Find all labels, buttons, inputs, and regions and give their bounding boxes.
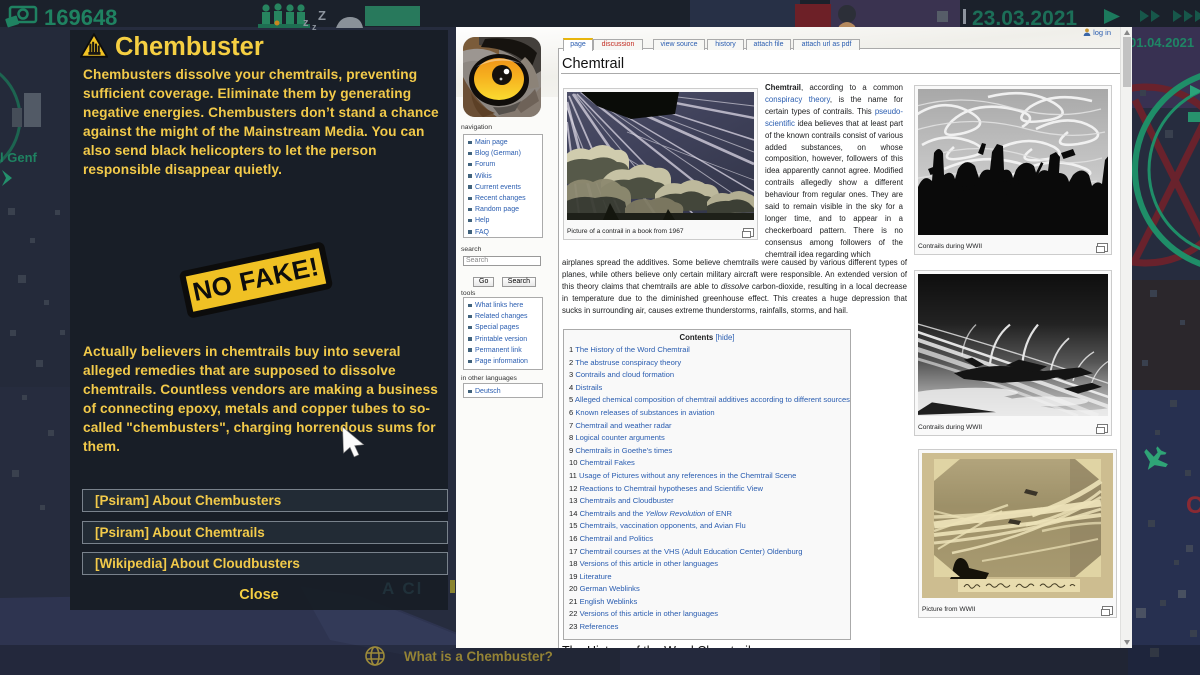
svg-text:What is a Chembuster?: What is a Chembuster? <box>404 649 553 664</box>
svg-text:01.04.2021: 01.04.2021 <box>1129 35 1194 50</box>
svg-text:z: z <box>303 17 309 29</box>
svg-text:Z: Z <box>318 8 326 23</box>
svg-text:169648: 169648 <box>44 5 117 30</box>
svg-text:l Genf: l Genf <box>0 150 38 165</box>
svg-text:C: C <box>1186 492 1200 519</box>
